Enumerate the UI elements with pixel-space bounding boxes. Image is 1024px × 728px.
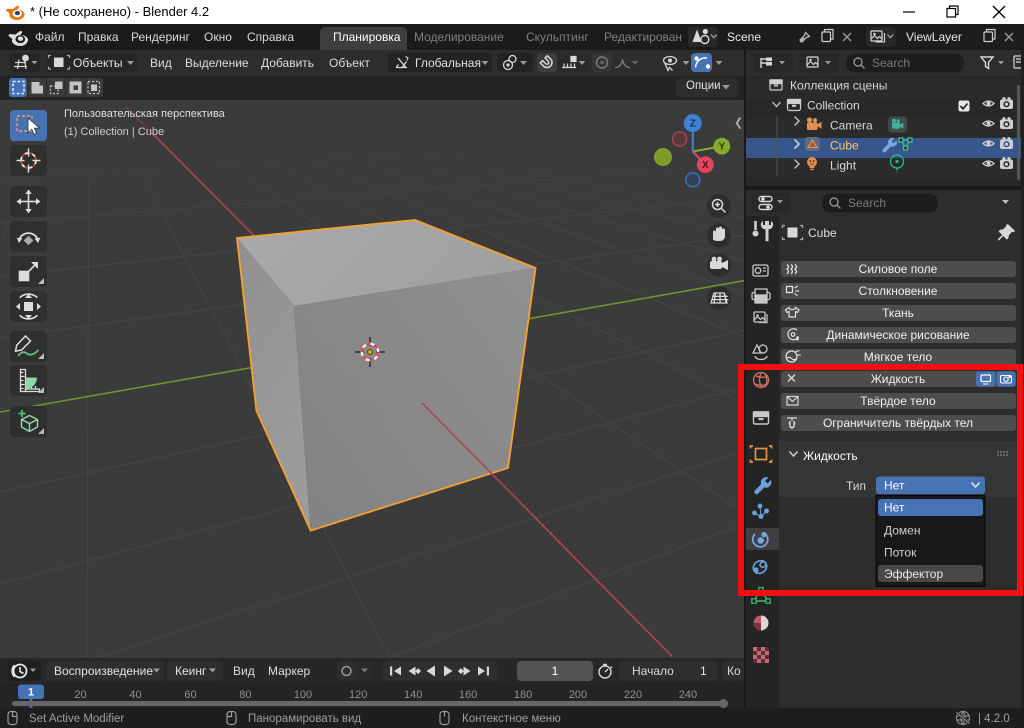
svg-text:40: 40 bbox=[129, 689, 141, 701]
svg-text:Кеинг: Кеинг bbox=[175, 664, 207, 678]
svg-text:140: 140 bbox=[404, 689, 422, 701]
svg-text:Добавить: Добавить bbox=[261, 56, 314, 70]
svg-text:20: 20 bbox=[74, 689, 86, 701]
svg-text:240: 240 bbox=[679, 689, 697, 701]
svg-text:Панорамировать вид: Панорамировать вид bbox=[248, 713, 361, 725]
svg-text:60: 60 bbox=[184, 689, 196, 701]
svg-text:Контекстное меню: Контекстное меню bbox=[462, 713, 561, 725]
svg-text:Ткань: Ткань bbox=[882, 306, 914, 320]
svg-text:80: 80 bbox=[239, 689, 251, 701]
svg-text:Мягкое тело: Мягкое тело bbox=[864, 350, 933, 364]
svg-text:180: 180 bbox=[514, 689, 532, 701]
svg-text:Коллекция сцены: Коллекция сцены bbox=[790, 79, 887, 93]
svg-text:1: 1 bbox=[552, 664, 559, 678]
svg-text:Cube: Cube bbox=[808, 226, 837, 240]
svg-text:Collection: Collection bbox=[807, 99, 860, 113]
svg-text:Столкновение: Столкновение bbox=[859, 284, 938, 298]
svg-text:120: 120 bbox=[349, 689, 367, 701]
svg-text:X: X bbox=[702, 160, 709, 171]
svg-text:Объекты: Объекты bbox=[73, 56, 123, 70]
svg-text:Cube: Cube bbox=[830, 139, 859, 153]
svg-text:Set Active Modifier: Set Active Modifier bbox=[29, 713, 124, 725]
svg-text:Camera: Camera bbox=[830, 119, 873, 133]
svg-text:Search: Search bbox=[872, 56, 910, 70]
svg-text:ViewLayer: ViewLayer bbox=[906, 30, 962, 44]
svg-text:Динамическое рисование: Динамическое рисование bbox=[826, 328, 970, 342]
svg-text:Глобальная: Глобальная bbox=[415, 56, 481, 70]
svg-text:220: 220 bbox=[624, 689, 642, 701]
svg-text:Выделение: Выделение bbox=[185, 56, 249, 70]
svg-text:Search: Search bbox=[848, 196, 886, 210]
svg-text:Начало: Начало bbox=[632, 664, 674, 678]
svg-text:100: 100 bbox=[294, 689, 312, 701]
svg-text:160: 160 bbox=[459, 689, 477, 701]
svg-text:Маркер: Маркер bbox=[268, 664, 311, 678]
svg-text:Воспроизведение: Воспроизведение bbox=[54, 664, 153, 678]
svg-text:Y: Y bbox=[718, 142, 725, 153]
svg-text:Вид: Вид bbox=[233, 664, 255, 678]
svg-text:Ко: Ко bbox=[727, 664, 741, 678]
svg-text:Scene: Scene bbox=[727, 30, 761, 44]
svg-text:Light: Light bbox=[830, 159, 857, 173]
svg-text:1: 1 bbox=[700, 664, 707, 678]
svg-text:Вид: Вид bbox=[150, 56, 172, 70]
svg-text:Z: Z bbox=[690, 119, 696, 130]
svg-text:1: 1 bbox=[28, 687, 34, 699]
svg-text:200: 200 bbox=[569, 689, 587, 701]
svg-text:Объект: Объект bbox=[329, 56, 370, 70]
svg-text:Силовое поле: Силовое поле bbox=[859, 262, 938, 276]
svg-text:| 4.2.0: | 4.2.0 bbox=[978, 713, 1010, 725]
